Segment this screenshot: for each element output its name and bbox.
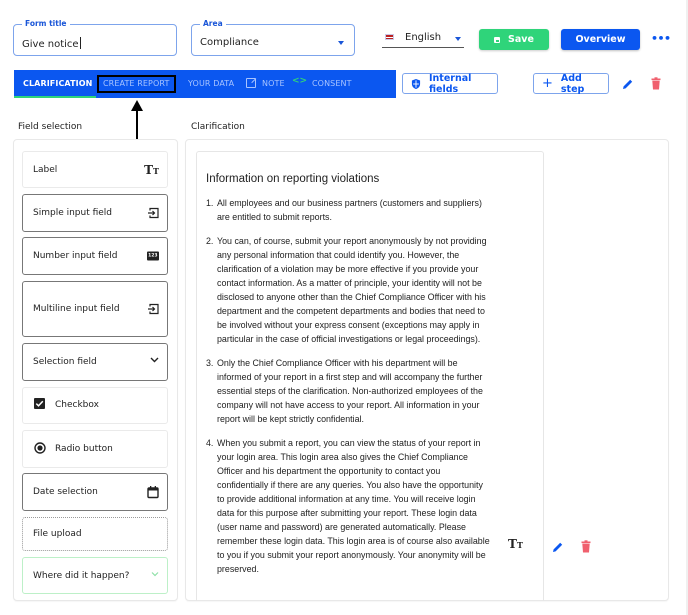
list-item: 4. When you submit a report, you can view… <box>206 438 490 574</box>
list-item: 3. Only the Chief Compliance Officer with… <box>206 358 483 424</box>
annotation-highlight-box <box>97 75 176 93</box>
clarification-title: Clarification <box>191 122 245 132</box>
edit-step-pencil-icon[interactable] <box>622 78 634 90</box>
field-item-where-did-it-happen[interactable]: Where did it happen? <box>22 557 168 594</box>
shield-icon <box>411 78 421 89</box>
overview-label: Overview <box>575 34 626 45</box>
edit-element-pencil-icon[interactable] <box>552 541 564 553</box>
content-heading: Information on reporting violations <box>206 173 380 185</box>
internal-fields-button[interactable]: Internal fields <box>402 72 498 95</box>
chevron-down-icon <box>150 357 159 363</box>
tab-note[interactable]: NOTE <box>262 70 285 98</box>
list-item: 2. You can, of course, submit your report… <box>206 236 487 344</box>
dropdown-arrow-icon <box>338 41 344 45</box>
uk-flag-icon <box>385 34 394 40</box>
area-select[interactable]: Area Compliance <box>191 18 355 56</box>
language-select[interactable]: English <box>382 30 464 48</box>
area-legend: Area <box>200 18 226 30</box>
area-value: Compliance <box>200 37 259 48</box>
field-item-date[interactable]: Date selection <box>22 473 168 511</box>
text-size-icon: TT <box>144 162 159 177</box>
delete-step-trash-icon[interactable] <box>651 77 661 90</box>
tab-your-data[interactable]: YOUR DATA <box>188 70 234 98</box>
field-item-number-input[interactable]: Number input field 123 <box>22 237 168 275</box>
more-options-icon[interactable]: ••• <box>651 32 671 45</box>
calendar-icon <box>147 486 159 499</box>
form-title-input[interactable]: Give notice <box>22 39 79 50</box>
input-icon <box>148 207 159 219</box>
plus-icon: + <box>542 75 553 91</box>
text-size-icon: TT <box>508 537 523 551</box>
save-button[interactable]: Save <box>479 29 549 50</box>
step-tabbar: CLARIFICATION CREATE REPORT YOUR DATA NO… <box>14 70 396 98</box>
input-icon <box>148 303 159 315</box>
label-element-content: Information on reporting violations 1. Al… <box>206 168 491 586</box>
number-123-icon: 123 <box>146 251 159 261</box>
save-label: Save <box>508 34 534 45</box>
language-value: English <box>405 32 442 43</box>
add-step-button[interactable]: + Add step <box>533 72 609 95</box>
text-caret <box>79 37 81 49</box>
active-tab-indicator <box>14 96 96 98</box>
chevron-down-icon <box>151 571 159 576</box>
form-title-legend: Form title <box>22 18 70 30</box>
external-edit-icon <box>246 78 256 88</box>
field-item-checkbox[interactable]: Checkbox <box>22 387 168 424</box>
dropdown-arrow-icon <box>455 37 461 41</box>
tab-clarification[interactable]: CLARIFICATION <box>23 70 92 98</box>
field-item-multiline-input[interactable]: Multiline input field <box>22 281 168 337</box>
field-item-label[interactable]: Label TT <box>22 151 168 188</box>
overview-button[interactable]: Overview <box>561 29 640 50</box>
tab-consent[interactable]: CONSENT <box>312 70 352 98</box>
field-selection-title: Field selection <box>18 122 83 132</box>
info-list: 1. All employees and our business partner… <box>206 196 491 576</box>
internal-fields-label: Internal fields <box>428 72 472 95</box>
field-item-radio[interactable]: Radio button <box>22 430 168 468</box>
add-step-label: Add step <box>560 72 585 95</box>
checkbox-checked-icon <box>34 398 45 409</box>
delete-element-trash-icon[interactable] <box>581 540 591 553</box>
field-item-selection[interactable]: Selection field <box>22 343 168 381</box>
field-item-file-upload[interactable]: File upload <box>22 517 168 551</box>
radio-selected-icon <box>34 442 46 454</box>
form-title-field[interactable]: Form title Give notice <box>13 18 177 56</box>
list-item: 1. All employees and our business partner… <box>206 198 482 222</box>
field-item-simple-input[interactable]: Simple input field <box>22 194 168 232</box>
code-icon: <> <box>292 76 308 86</box>
floppy-disk-icon <box>494 36 501 43</box>
